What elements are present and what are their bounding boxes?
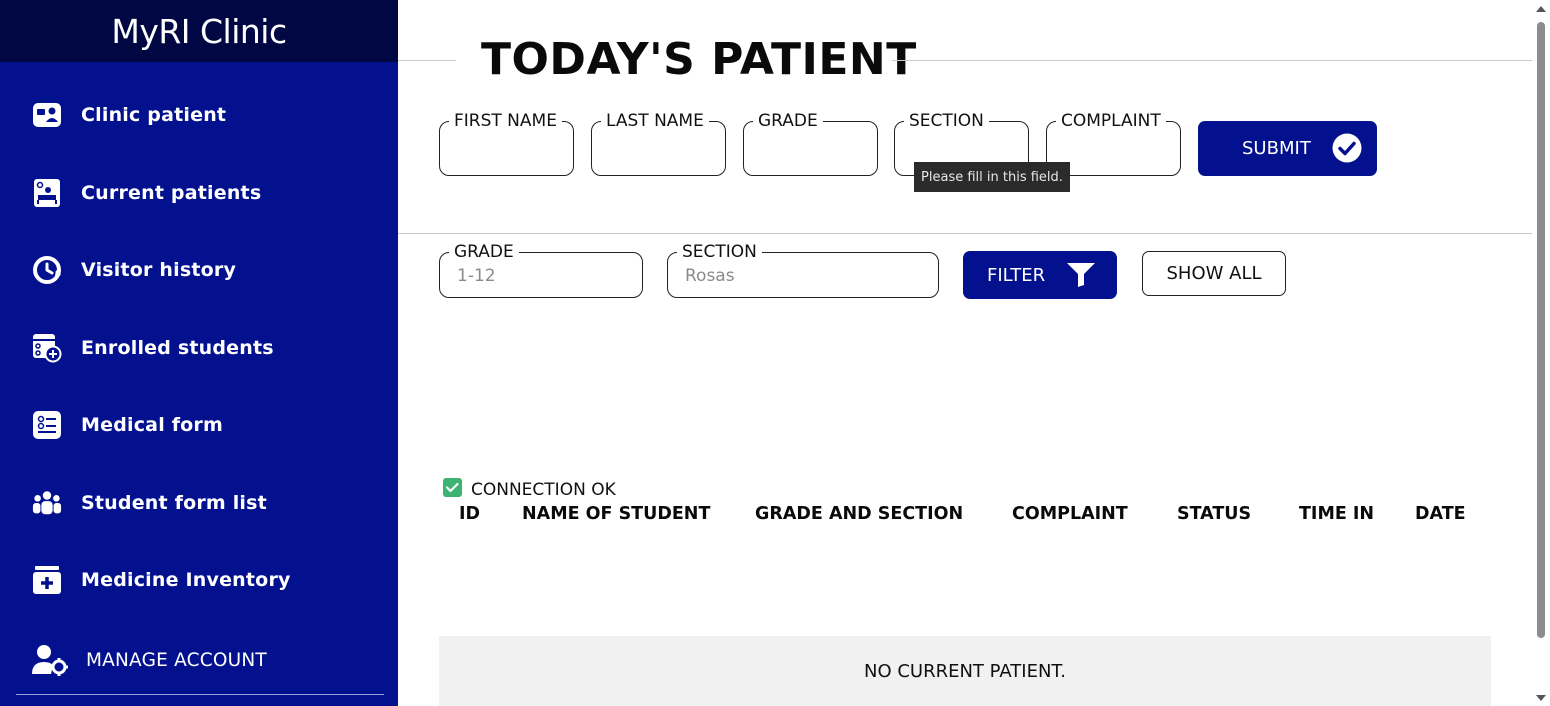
filter-section-field[interactable]: SECTION xyxy=(667,243,939,298)
first-name-input[interactable] xyxy=(450,132,563,154)
sidebar-item-current-patients[interactable]: Current patients xyxy=(0,164,398,222)
history-clock-icon xyxy=(32,255,62,285)
section-legend: SECTION xyxy=(904,112,989,130)
filter-grade-legend: GRADE xyxy=(449,243,519,261)
column-header-grade-section: GRADE AND SECTION xyxy=(755,504,964,524)
empty-message-text: NO CURRENT PATIENT. xyxy=(863,660,1066,682)
scroll-up-arrow-icon[interactable] xyxy=(1536,6,1546,12)
last-name-legend: LAST NAME xyxy=(601,112,709,130)
first-name-legend: FIRST NAME xyxy=(449,112,562,130)
sidebar-item-label: Medicine Inventory xyxy=(81,569,291,591)
section-input[interactable] xyxy=(905,132,1018,154)
group-users-icon xyxy=(32,488,62,518)
column-header-complaint: COMPLAINT xyxy=(1012,504,1128,524)
grade-field[interactable]: GRADE xyxy=(743,112,878,176)
sidebar-item-label: Visitor history xyxy=(81,259,237,281)
medical-kit-icon xyxy=(32,565,62,595)
filter-label: FILTER xyxy=(987,264,1046,286)
filter-grade-field[interactable]: GRADE xyxy=(439,243,643,298)
sidebar-divider xyxy=(16,694,384,695)
main-content: TODAY'S PATIENT xyxy=(398,0,1532,706)
form-list-icon xyxy=(32,410,62,440)
scrollbar-thumb[interactable] xyxy=(1537,22,1545,638)
filter-section-input[interactable] xyxy=(685,265,935,287)
title-rule-left xyxy=(398,60,456,61)
title-rule-right xyxy=(892,60,1532,61)
sidebar-item-label: Medical form xyxy=(81,414,224,436)
sidebar-item-label: Enrolled students xyxy=(81,337,274,359)
validation-tooltip: Please fill in this field. xyxy=(914,162,1070,192)
user-gear-icon xyxy=(31,645,69,676)
vertical-scrollbar[interactable] xyxy=(1532,0,1550,706)
last-name-field[interactable]: LAST NAME xyxy=(591,112,726,176)
column-header-date: DATE xyxy=(1415,504,1466,524)
first-name-field[interactable]: FIRST NAME xyxy=(439,112,574,176)
check-box-icon xyxy=(443,478,462,501)
show-all-label: SHOW ALL xyxy=(1166,263,1262,284)
brand-header: MyRI Clinic xyxy=(0,0,398,62)
submit-label: SUBMIT xyxy=(1242,138,1311,159)
column-header-id: ID xyxy=(459,504,481,524)
sidebar-item-visitor-history[interactable]: Visitor history xyxy=(0,241,398,299)
scroll-down-arrow-icon[interactable] xyxy=(1536,695,1546,701)
column-header-status: STATUS xyxy=(1177,504,1252,524)
funnel-icon xyxy=(1067,263,1095,292)
sidebar-item-label: Clinic patient xyxy=(81,104,227,126)
page-title: TODAY'S PATIENT xyxy=(481,34,917,85)
filter-button[interactable]: FILTER xyxy=(963,251,1117,299)
show-all-button[interactable]: SHOW ALL xyxy=(1142,251,1286,296)
enroll-add-icon xyxy=(32,333,62,363)
brand-title: MyRI Clinic xyxy=(111,11,287,51)
sidebar: MyRI Clinic Clinic patient Current patie… xyxy=(0,0,398,706)
complaint-input[interactable] xyxy=(1057,132,1170,154)
connection-status-text: CONNECTION OK xyxy=(471,479,616,500)
manage-account-item[interactable]: MANAGE ACCOUNT xyxy=(0,631,398,689)
connection-status: CONNECTION OK xyxy=(443,478,616,501)
sidebar-item-enrolled-students[interactable]: Enrolled students xyxy=(0,319,398,377)
section-divider xyxy=(398,233,1532,234)
column-header-name: NAME OF STUDENT xyxy=(522,504,711,524)
grade-input[interactable] xyxy=(754,132,867,154)
sidebar-item-student-form-list[interactable]: Student form list xyxy=(0,474,398,532)
complaint-legend: COMPLAINT xyxy=(1056,112,1166,130)
patient-card-icon xyxy=(32,100,62,130)
sidebar-item-medical-form[interactable]: Medical form xyxy=(0,396,398,454)
sidebar-item-clinic-patient[interactable]: Clinic patient xyxy=(0,86,398,144)
grade-legend: GRADE xyxy=(753,112,823,130)
sidebar-item-label: Current patients xyxy=(81,182,262,204)
last-name-input[interactable] xyxy=(602,132,715,154)
manage-account-label: MANAGE ACCOUNT xyxy=(86,649,267,671)
filter-section-legend: SECTION xyxy=(677,243,762,261)
patient-bed-icon xyxy=(32,178,62,208)
column-header-time-in: TIME IN xyxy=(1299,504,1375,524)
submit-button[interactable]: SUBMIT xyxy=(1198,121,1377,176)
empty-table-message: NO CURRENT PATIENT. xyxy=(439,636,1491,706)
check-circle-icon xyxy=(1332,133,1362,168)
sidebar-item-label: Student form list xyxy=(81,492,267,514)
sidebar-item-medicine-inventory[interactable]: Medicine Inventory xyxy=(0,551,398,609)
filter-grade-input[interactable] xyxy=(457,265,639,287)
